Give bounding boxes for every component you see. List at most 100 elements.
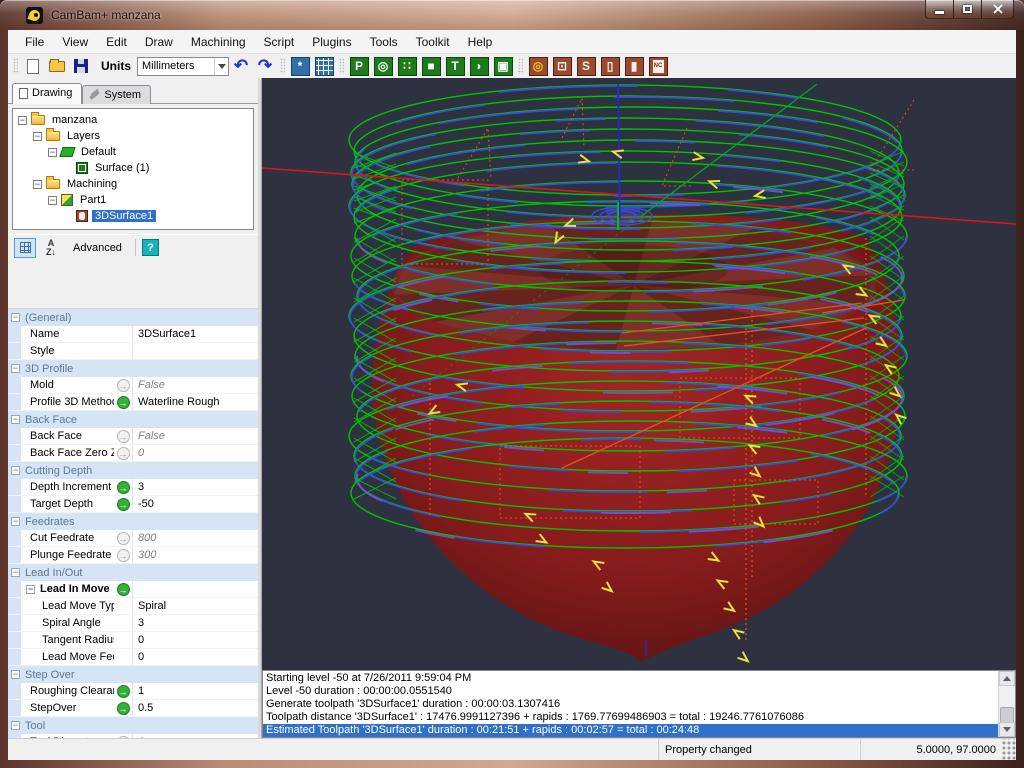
scroll-down-button[interactable] (999, 722, 1015, 737)
property-value[interactable]: 1 (132, 683, 258, 699)
property-value[interactable]: -50 (132, 496, 258, 512)
category-expander[interactable]: − (11, 466, 20, 475)
viewport-3d[interactable] (262, 78, 1016, 670)
property-value[interactable]: False (132, 377, 258, 393)
property-row-tangent-radius[interactable]: Tangent Radius0 (8, 632, 258, 649)
category-expander[interactable]: − (11, 670, 20, 679)
tree-expander[interactable]: − (48, 148, 57, 157)
property-row-name[interactable]: Name3DSurface1 (8, 326, 258, 343)
tree-item-surface-1-[interactable]: Surface (1) (15, 160, 251, 176)
text-button[interactable]: T (444, 55, 466, 77)
property-value[interactable]: 3DSurface1 (132, 326, 258, 342)
polyline-button[interactable]: P (348, 55, 370, 77)
combo-dropdown-icon[interactable] (214, 58, 228, 75)
menu-script[interactable]: Script (255, 32, 304, 52)
property-row-mold[interactable]: Mold→False (8, 377, 258, 394)
category-expander[interactable]: − (11, 313, 20, 322)
property-value[interactable] (132, 343, 258, 359)
categorized-button[interactable] (14, 238, 36, 258)
property-row-roughing-clearance[interactable]: Roughing Clearance→1 (8, 683, 258, 700)
log-line[interactable]: Level -50 duration : 00:00:00.0551540 (263, 685, 998, 698)
property-row-spiral-angle[interactable]: Spiral Angle3 (8, 615, 258, 632)
alphabetical-sort-button[interactable]: AZ↓ (40, 238, 62, 258)
new-file-button[interactable] (22, 55, 44, 77)
property-row-target-depth[interactable]: Target Depth→-50 (8, 496, 258, 513)
point-list-button[interactable]: ∷ (396, 55, 418, 77)
category-expander[interactable]: − (11, 364, 20, 373)
tab-system[interactable]: System (82, 85, 151, 104)
snap-grid-button[interactable] (313, 55, 335, 77)
property-expander[interactable]: − (26, 585, 35, 594)
property-value[interactable]: 3 (132, 615, 258, 631)
log-scrollbar[interactable] (998, 671, 1015, 737)
property-row-back-face-zero-z[interactable]: Back Face Zero Z→0 (8, 445, 258, 462)
property-category[interactable]: −Tool (8, 717, 258, 734)
property-row-plunge-feedrate[interactable]: Plunge Feedrate→300 (8, 547, 258, 564)
property-value[interactable]: Waterline Rough (132, 394, 258, 410)
tree-item-manzana[interactable]: −manzana (15, 112, 251, 128)
property-row-depth-increment[interactable]: Depth Increment→3 (8, 479, 258, 496)
property-row-style[interactable]: Style (8, 343, 258, 360)
property-value[interactable]: 3 (132, 479, 258, 495)
menu-file[interactable]: File (16, 32, 53, 52)
tree-item-machining[interactable]: −Machining (15, 176, 251, 192)
tree-item-default[interactable]: −Default (15, 144, 251, 160)
property-value[interactable] (132, 581, 258, 597)
tree-item-layers[interactable]: −Layers (15, 128, 251, 144)
undo-button[interactable]: ↶ (230, 55, 252, 77)
property-value[interactable]: 0 (132, 632, 258, 648)
log-line-selected[interactable]: Estimated Toolpath '3DSurface1' duration… (263, 724, 998, 737)
minimize-button[interactable] (925, 0, 954, 19)
log-line[interactable]: Generate toolpath '3DSurface1' duration … (263, 698, 998, 711)
property-row-back-face[interactable]: Back Face→False (8, 428, 258, 445)
property-value[interactable]: False (132, 428, 258, 444)
category-expander[interactable]: − (11, 517, 20, 526)
menu-toolkit[interactable]: Toolkit (407, 32, 459, 52)
property-category[interactable]: −Lead In/Out (8, 564, 258, 581)
pocket-button[interactable]: ⊡ (551, 55, 573, 77)
titlebar[interactable]: CamBam+ manzana (0, 0, 1024, 30)
tree-expander[interactable]: − (48, 196, 57, 205)
drill-button[interactable]: ◎ (527, 55, 549, 77)
tree-expander[interactable]: − (33, 180, 42, 189)
log-line[interactable]: Starting level -50 at 7/26/2011 9:59:04 … (263, 672, 998, 685)
arc-button[interactable]: ◗ (468, 55, 490, 77)
property-value[interactable]: 0.5 (132, 700, 258, 716)
menu-draw[interactable]: Draw (136, 32, 182, 52)
tree-expander[interactable]: − (18, 116, 27, 125)
lathe-button[interactable]: ▮ (623, 55, 645, 77)
property-row-profile-3d-method[interactable]: Profile 3D Method→Waterline Rough (8, 394, 258, 411)
category-expander[interactable]: − (11, 415, 20, 424)
close-button[interactable] (981, 0, 1014, 19)
property-value[interactable]: Spiral (132, 598, 258, 614)
property-row-lead-move-type[interactable]: Lead Move TypeSpiral (8, 598, 258, 615)
property-category[interactable]: −Back Face (8, 411, 258, 428)
property-row-stepover[interactable]: StepOver→0.5 (8, 700, 258, 717)
menu-help[interactable]: Help (459, 32, 502, 52)
advanced-button[interactable]: Advanced (66, 240, 129, 256)
open-file-button[interactable] (46, 55, 68, 77)
property-row-cut-feedrate[interactable]: Cut Feedrate→800 (8, 530, 258, 547)
scroll-up-button[interactable] (999, 671, 1015, 686)
units-combo[interactable]: Millimeters (137, 57, 229, 76)
help-button[interactable]: ? (142, 239, 159, 256)
menu-edit[interactable]: Edit (97, 32, 136, 52)
category-expander[interactable]: − (11, 568, 20, 577)
tree-item-part1[interactable]: −Part1 (15, 192, 251, 208)
menu-machining[interactable]: Machining (182, 32, 255, 52)
property-value[interactable]: 0 (132, 445, 258, 461)
property-value[interactable]: 300 (132, 547, 258, 563)
log-line[interactable]: Toolpath distance '3DSurface1' : 17476.9… (263, 711, 998, 724)
snap-points-button[interactable]: * (289, 55, 311, 77)
property-value[interactable]: 800 (132, 530, 258, 546)
property-row-lead-move-feedrate[interactable]: Lead Move Feedrate0 (8, 649, 258, 666)
property-category[interactable]: −Feedrates (8, 513, 258, 530)
menu-tools[interactable]: Tools (361, 32, 407, 52)
menu-plugins[interactable]: Plugins (303, 32, 360, 52)
category-expander[interactable]: − (11, 721, 20, 730)
rectangle-button[interactable]: ■ (420, 55, 442, 77)
gcode-button[interactable]: NC (647, 55, 669, 77)
property-category[interactable]: −3D Profile (8, 360, 258, 377)
circle-button[interactable]: ◎ (372, 55, 394, 77)
property-row-lead-in-move[interactable]: −Lead In Move→ (8, 581, 258, 598)
